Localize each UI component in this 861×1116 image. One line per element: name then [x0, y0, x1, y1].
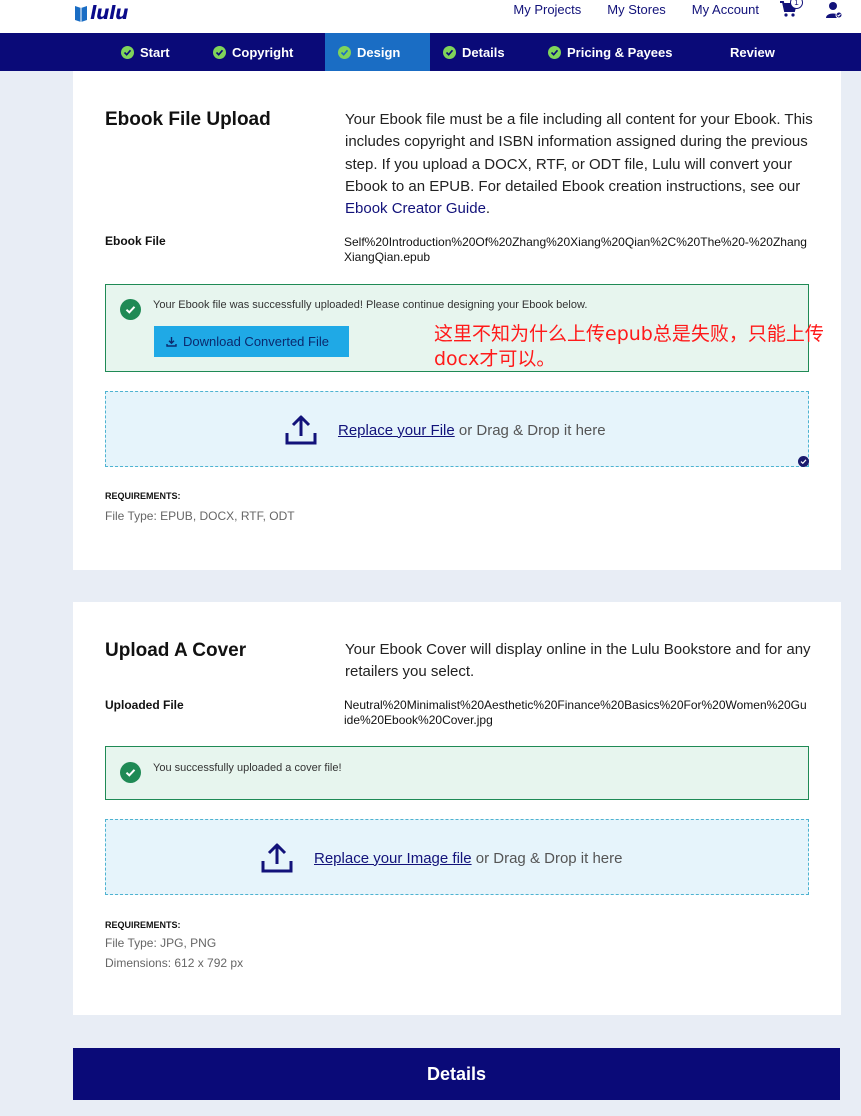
logo-text: lulu: [90, 2, 129, 24]
step-details[interactable]: Details: [443, 33, 505, 71]
user-annotation-text: 这里不知为什么上传epub总是失败，只能上传docx才可以。: [434, 323, 824, 370]
check-icon: [443, 45, 456, 59]
cart-count-badge: 1: [790, 0, 803, 9]
step-label: Review: [730, 44, 775, 60]
cover-success-message: You successfully uploaded a cover file!: [153, 762, 342, 774]
drop-zone-content: Replace your File or Drag & Drop it here: [284, 414, 606, 446]
ebook-file-name: Self%20Introduction%20Of%20Zhang%20Xiang…: [344, 235, 807, 264]
progress-step-bar: Start Copyright Design Details Pricing &…: [0, 33, 861, 71]
cover-success-alert: You successfully uploaded a cover file!: [105, 746, 809, 800]
check-icon: [548, 45, 561, 59]
step-label: Design: [357, 44, 401, 60]
nav-my-stores[interactable]: My Stores: [607, 1, 666, 19]
top-nav: My Projects My Stores My Account 1: [513, 0, 843, 20]
upload-icon: [261, 843, 293, 873]
step-design[interactable]: Design: [325, 33, 430, 71]
step-pricing-payees[interactable]: Pricing & Payees: [548, 33, 673, 71]
cover-requirement-dimensions: Dimensions: 612 x 792 px: [105, 956, 244, 970]
drag-drop-hint: or Drag & Drop it here: [471, 849, 623, 867]
nav-my-projects[interactable]: My Projects: [513, 1, 581, 19]
check-icon: [338, 45, 351, 59]
success-check-icon: [120, 299, 141, 320]
success-check-icon: [120, 762, 141, 783]
cover-file-name: Neutral%20Minimalist%20Aesthetic%20Finan…: [344, 698, 807, 727]
drop-zone-content: Replace your Image file or Drag & Drop i…: [260, 842, 623, 874]
description-text: Your Ebook file must be a file including…: [345, 111, 813, 195]
cover-requirement-file-type: File Type: JPG, PNG: [105, 936, 217, 950]
ebook-section-title: Ebook File Upload: [105, 109, 271, 130]
step-label: Pricing & Payees: [567, 44, 673, 60]
ebook-section-description: Your Ebook file must be a file including…: [345, 109, 815, 220]
cart-button[interactable]: 1: [779, 0, 803, 20]
nav-my-account[interactable]: My Account: [692, 1, 759, 19]
step-copyright[interactable]: Copyright: [213, 33, 293, 71]
ebook-requirement-file-type: File Type: EPUB, DOCX, RTF, ODT: [105, 509, 295, 523]
drop-text: Replace your Image file or Drag & Drop i…: [314, 850, 623, 867]
next-details-button[interactable]: Details: [73, 1048, 840, 1100]
drop-zone-check-icon: [798, 456, 809, 467]
check-icon: [121, 45, 134, 59]
drop-text: Replace your File or Drag & Drop it here: [338, 422, 606, 439]
user-account-icon[interactable]: [825, 0, 843, 20]
details-arrow-tip[interactable]: [815, 1048, 840, 1100]
drag-drop-hint: or Drag & Drop it here: [454, 421, 606, 439]
download-button-label: Download Converted File: [183, 334, 329, 349]
check-icon: [213, 45, 226, 59]
cover-drop-zone[interactable]: Replace your Image file or Drag & Drop i…: [105, 819, 809, 895]
step-start[interactable]: Start: [121, 33, 170, 71]
lulu-logo[interactable]: lulu: [74, 2, 129, 24]
cover-section-title: Upload A Cover: [105, 640, 247, 661]
replace-file-link[interactable]: Replace your File: [338, 422, 455, 439]
cover-section-description: Your Ebook Cover will display online in …: [345, 641, 811, 681]
cover-upload-card: Upload A Cover Your Ebook Cover will dis…: [73, 602, 841, 1015]
ebook-requirements-title: REQUIREMENTS:: [105, 491, 181, 501]
uploaded-file-label: Uploaded File: [105, 698, 184, 712]
ebook-success-message: Your Ebook file was successfully uploade…: [153, 299, 588, 311]
ebook-upload-card: Ebook File Upload Your Ebook file must b…: [73, 71, 841, 570]
upload-icon: [285, 415, 317, 445]
ebook-creator-guide-link[interactable]: Ebook Creator Guide: [345, 200, 486, 217]
ebook-drop-zone[interactable]: Replace your File or Drag & Drop it here: [105, 391, 809, 467]
ebook-file-label: Ebook File: [105, 234, 166, 248]
download-converted-file-button[interactable]: Download Converted File: [154, 326, 349, 357]
step-label: Start: [140, 44, 170, 60]
cover-requirements-title: REQUIREMENTS:: [105, 920, 181, 930]
top-header: lulu My Projects My Stores My Account 1: [0, 0, 861, 33]
replace-image-file-link[interactable]: Replace your Image file: [314, 850, 472, 867]
download-icon: [166, 337, 177, 347]
step-label: Details: [462, 44, 505, 60]
description-end: .: [485, 200, 491, 218]
book-logo-icon: [75, 6, 87, 22]
step-review[interactable]: Review: [730, 33, 775, 71]
step-label: Copyright: [232, 44, 294, 60]
